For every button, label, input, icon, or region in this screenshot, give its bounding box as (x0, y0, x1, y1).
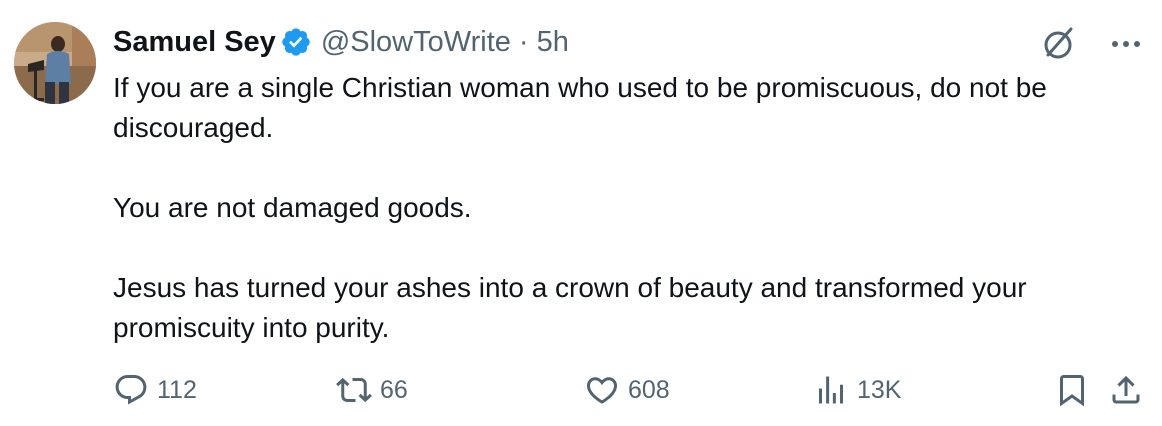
like-count: 608 (628, 375, 670, 404)
tweet-paragraph: Jesus has turned your ashes into a crown… (113, 272, 1027, 343)
avatar-image (14, 22, 96, 104)
bookmark-icon (1060, 375, 1084, 407)
more-icon[interactable] (1108, 26, 1144, 62)
avatar[interactable] (14, 22, 96, 104)
tweet-header: Samuel Sey @SlowToWrite · 5h (113, 22, 569, 62)
tweet-card: Samuel Sey @SlowToWrite · 5h If you are … (0, 0, 1162, 426)
repost-count: 66 (380, 375, 408, 404)
tweet-actions: 112 66 608 13K (113, 370, 1144, 410)
views-icon (819, 376, 843, 404)
views-button[interactable]: 13K (813, 370, 901, 410)
tweet-paragraph: If you are a single Christian woman who … (113, 72, 1047, 143)
author-handle[interactable]: @SlowToWrite (321, 26, 511, 59)
reply-count: 112 (157, 375, 197, 404)
tweet-paragraph: You are not damaged goods. (113, 192, 472, 223)
repost-icon (336, 377, 372, 403)
reply-button[interactable]: 112 (113, 370, 197, 410)
reply-icon (115, 375, 147, 405)
grok-icon[interactable] (1038, 24, 1078, 64)
timestamp[interactable]: 5h (537, 26, 569, 59)
tweet-top-actions (1038, 24, 1144, 64)
bookmark-button[interactable] (1054, 370, 1090, 410)
separator-dot: · (518, 25, 529, 58)
share-button[interactable] (1108, 370, 1144, 410)
verified-badge-icon[interactable] (280, 26, 312, 58)
heart-icon (586, 377, 618, 404)
tweet-text: If you are a single Christian woman who … (113, 68, 1148, 348)
views-count: 13K (857, 375, 902, 404)
like-button[interactable]: 608 (584, 370, 670, 410)
repost-button[interactable]: 66 (336, 370, 408, 410)
share-icon (1112, 375, 1140, 404)
author-name[interactable]: Samuel Sey (113, 26, 276, 59)
